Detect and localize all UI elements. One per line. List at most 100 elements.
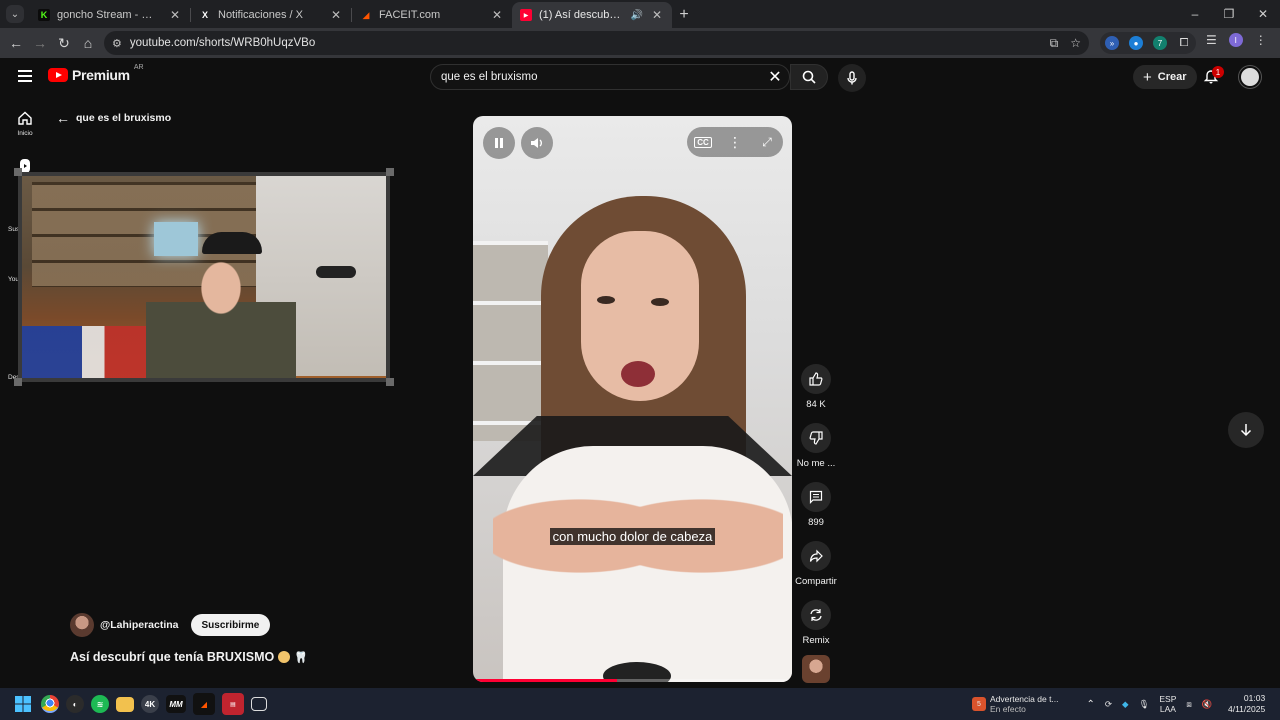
share-action[interactable]: Compartir xyxy=(791,541,841,587)
clock[interactable]: 01:03 4/11/2025 xyxy=(1228,693,1265,715)
install-app-icon[interactable]: ⧉ xyxy=(1050,36,1059,51)
file-explorer-icon[interactable] xyxy=(116,696,134,712)
audio-extension-icon[interactable]: » xyxy=(1105,36,1119,50)
video-progress-bar[interactable] xyxy=(473,679,792,682)
reading-list-icon[interactable]: ☰ xyxy=(1206,33,1217,47)
address-bar[interactable]: ⚙ youtube.com/shorts/WRB0hUqzVBo ⧉ ☆ xyxy=(104,31,1089,55)
next-short-button[interactable] xyxy=(1228,412,1264,448)
tab-kick[interactable]: K goncho Stream - Watch Live on ✕ xyxy=(30,2,190,28)
back-arrow-icon[interactable]: ← xyxy=(4,35,28,51)
profile-avatar-icon[interactable]: I xyxy=(1228,33,1243,47)
close-window-button[interactable]: ✕ xyxy=(1246,7,1280,21)
guide-item-you[interactable]: YouTube xyxy=(8,276,18,283)
shield-tray-icon[interactable]: ◆ xyxy=(1122,699,1129,710)
browser-tab-strip: ⌄ K goncho Stream - Watch Live on ✕ X No… xyxy=(0,0,1280,28)
language-indicator[interactable]: ESP LAA xyxy=(1159,694,1176,714)
guide-item-home[interactable]: Inicio xyxy=(8,110,42,137)
guide-label: YouTube xyxy=(8,276,18,283)
network-icon[interactable]: ⧈ xyxy=(1186,699,1191,710)
comments-button[interactable] xyxy=(801,482,831,512)
mm-app-icon[interactable]: MM xyxy=(166,695,186,713)
grimace-emoji-icon xyxy=(278,651,291,663)
warning-badge-icon: 5 xyxy=(972,697,986,711)
home-icon xyxy=(18,111,32,125)
kick-icon: K xyxy=(38,9,50,21)
share-button[interactable] xyxy=(801,541,831,571)
close-tab-icon[interactable]: ✕ xyxy=(329,8,343,22)
remix-button[interactable] xyxy=(801,600,831,630)
video-subject-mouth xyxy=(621,361,655,387)
tab-faceit[interactable]: ◢ FACEIT.com ✕ xyxy=(352,2,512,28)
tab-search-button[interactable]: ⌄ xyxy=(6,5,24,23)
dislike-action[interactable]: No me ... xyxy=(796,423,836,469)
restore-button[interactable]: ❐ xyxy=(1212,7,1246,21)
overlay-corner xyxy=(14,378,22,386)
security-warning[interactable]: 5 Advertencia de t... En efecto xyxy=(972,694,1059,714)
youtube-logo[interactable]: Premium AR xyxy=(48,64,144,83)
home-icon[interactable]: ⌂ xyxy=(76,35,100,51)
account-avatar[interactable] xyxy=(1239,66,1261,88)
create-button[interactable]: + Crear xyxy=(1133,65,1197,89)
bookmark-star-icon[interactable]: ☆ xyxy=(1070,36,1081,51)
obs-icon[interactable]: ◐ xyxy=(66,695,84,713)
shield-extension-icon[interactable]: ● xyxy=(1129,36,1143,50)
dislike-button[interactable] xyxy=(801,423,831,453)
windows-start-icon[interactable] xyxy=(12,693,34,715)
new-tab-button[interactable]: + xyxy=(672,6,696,24)
channel-avatar[interactable] xyxy=(70,613,94,637)
search-icon xyxy=(802,70,816,84)
like-button[interactable] xyxy=(801,364,831,394)
puzzle-extensions-icon[interactable]: ⧠ xyxy=(1177,36,1191,50)
tab-x[interactable]: X Notificaciones / X ✕ xyxy=(191,2,351,28)
menu-icon[interactable] xyxy=(18,70,32,82)
guide-item-subscriptions[interactable]: Suscripciones xyxy=(8,226,18,233)
sync-icon[interactable]: ⟳ xyxy=(1105,699,1112,710)
streamer-figure xyxy=(146,246,296,378)
close-tab-icon[interactable]: ✕ xyxy=(650,8,664,22)
comments-action[interactable]: 899 xyxy=(796,482,836,528)
microphone-tray-icon[interactable]: 🎙 xyxy=(1139,699,1150,710)
like-action[interactable]: 84 K xyxy=(796,364,836,410)
volume-muted-icon[interactable]: 🔇 xyxy=(1202,699,1213,710)
closed-captions-icon[interactable]: CC xyxy=(687,136,719,148)
voice-search-button[interactable] xyxy=(838,64,866,92)
video-subject-eye xyxy=(597,296,615,304)
search-box[interactable]: que es el bruxismo ✕ xyxy=(430,64,790,90)
chrome-taskbar-icon[interactable] xyxy=(41,695,59,713)
forward-arrow-icon[interactable]: → xyxy=(28,35,52,51)
tab-title: Notificaciones / X xyxy=(218,9,303,21)
chrome-menu-icon[interactable]: ⋮ xyxy=(1255,33,1267,47)
search-input[interactable]: que es el bruxismo xyxy=(441,71,761,83)
pause-button[interactable] xyxy=(483,127,515,159)
guide-label: Inicio xyxy=(17,130,33,137)
site-info-icon[interactable]: ⚙ xyxy=(112,37,122,50)
remix-action[interactable]: Remix xyxy=(796,600,836,646)
translate-extension-icon[interactable]: 7 xyxy=(1153,36,1167,50)
chevron-up-icon[interactable]: ⌃ xyxy=(1087,699,1095,710)
channel-row: @Lahiperactina Suscribirme xyxy=(70,613,271,637)
short-video-player[interactable]: CC ⋮ ⤢ con mucho dolor de cabeza xyxy=(473,116,792,682)
spotify-icon[interactable]: ≋ xyxy=(91,695,109,713)
channel-name[interactable]: @Lahiperactina xyxy=(100,619,179,631)
sound-thumbnail[interactable] xyxy=(802,655,830,683)
subscribe-button[interactable]: Suscribirme xyxy=(190,614,271,636)
reload-icon[interactable]: ↻ xyxy=(52,35,76,52)
4k-downloader-icon[interactable]: 4K xyxy=(141,695,159,713)
windows-taskbar: ◐ ≋ 4K MM ◢ ▤ 5 Advertencia de t... En e… xyxy=(0,688,1280,720)
audio-playing-icon[interactable]: 🔊 xyxy=(631,10,643,21)
close-tab-icon[interactable]: ✕ xyxy=(490,8,504,22)
media-app-icon[interactable]: ▤ xyxy=(222,693,244,715)
date: 4/11/2025 xyxy=(1228,704,1266,714)
tab-youtube[interactable]: ▶ (1) Así descubrí que tenía B 🔊 ✕ xyxy=(512,2,672,28)
clear-search-icon[interactable]: ✕ xyxy=(761,67,789,87)
more-options-icon[interactable]: ⋮ xyxy=(719,134,751,151)
store-icon[interactable] xyxy=(251,697,267,711)
fullscreen-icon[interactable]: ⤢ xyxy=(751,135,783,150)
faceit-taskbar-icon[interactable]: ◢ xyxy=(193,693,215,715)
close-tab-icon[interactable]: ✕ xyxy=(168,8,182,22)
back-to-search[interactable]: ← que es el bruxismo xyxy=(56,110,171,126)
search-button[interactable] xyxy=(790,64,828,90)
youtube-page: Premium AR que es el bruxismo ✕ + Crear … xyxy=(0,58,1280,688)
volume-button[interactable] xyxy=(521,127,553,159)
minimize-button[interactable]: – xyxy=(1178,7,1212,21)
